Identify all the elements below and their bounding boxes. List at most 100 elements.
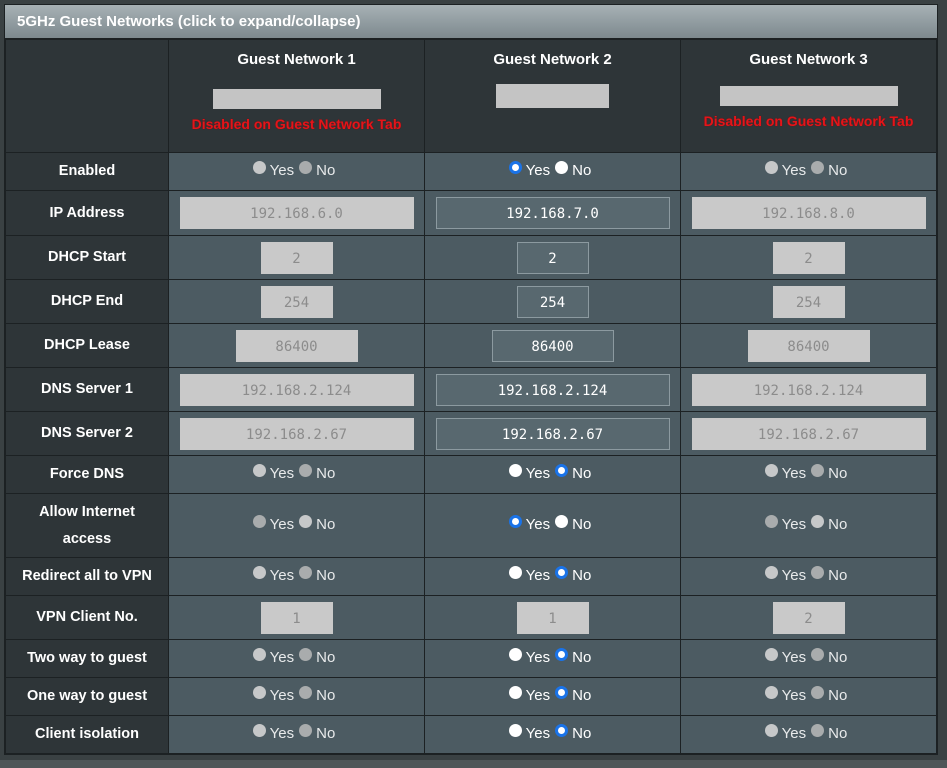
radio-label-no: No bbox=[572, 648, 592, 666]
setting-cell: 254 bbox=[424, 279, 681, 324]
settings-row: IP Address 192.168.6.0 192.168.7.0 192.168.… bbox=[5, 190, 937, 236]
row-label: One way to guest bbox=[5, 677, 169, 716]
radio-label-yes: Yes bbox=[525, 161, 551, 179]
radio-label-yes: Yes bbox=[525, 464, 551, 482]
text-input: 192.168.2.67 bbox=[691, 417, 926, 450]
text-input[interactable]: 254 bbox=[516, 285, 589, 318]
radio-label-no: No bbox=[572, 566, 592, 584]
setting-cell: 1 bbox=[168, 595, 425, 640]
setting-cell: 192.168.6.0 bbox=[168, 190, 425, 236]
settings-rows: Enabled Yes No Yes No Yes No IP Address 192.168.… bbox=[5, 152, 937, 754]
yes-no-radio-group: Yes No bbox=[252, 160, 341, 179]
setting-cell: 192.168.2.67 bbox=[680, 411, 937, 456]
text-input: 1 bbox=[260, 601, 333, 634]
guest-networks-panel: 5GHz Guest Networks (click to expand/col… bbox=[4, 4, 938, 755]
radio-label-no: No bbox=[828, 515, 848, 533]
text-input: 254 bbox=[260, 285, 333, 318]
text-input[interactable]: 86400 bbox=[491, 329, 614, 362]
radio-label-no: No bbox=[316, 515, 336, 533]
settings-row: DNS Server 1 192.168.2.124 192.168.2.124 19… bbox=[5, 367, 937, 412]
radio-no bbox=[811, 463, 825, 477]
radio-yes[interactable] bbox=[508, 463, 522, 477]
setting-cell: 192.168.8.0 bbox=[680, 190, 937, 236]
radio-no[interactable] bbox=[555, 463, 569, 477]
ssid-field bbox=[496, 84, 609, 108]
radio-yes[interactable] bbox=[508, 647, 522, 661]
radio-label-no: No bbox=[828, 648, 848, 666]
radio-yes[interactable] bbox=[508, 723, 522, 737]
radio-label-no: No bbox=[316, 464, 336, 482]
radio-label-yes: Yes bbox=[525, 566, 551, 584]
radio-no bbox=[299, 685, 313, 699]
setting-cell: 86400 bbox=[680, 323, 937, 368]
radio-no bbox=[299, 514, 313, 528]
setting-cell: Yes No bbox=[424, 152, 681, 191]
radio-label-yes: Yes bbox=[525, 724, 551, 742]
radio-yes[interactable] bbox=[508, 160, 522, 174]
text-input[interactable]: 192.168.2.67 bbox=[435, 417, 670, 450]
settings-row: DNS Server 2 192.168.2.67 192.168.2.67 192.… bbox=[5, 411, 937, 456]
radio-label-no: No bbox=[572, 464, 592, 482]
setting-cell: 1 bbox=[424, 595, 681, 640]
ssid-field bbox=[719, 86, 898, 106]
network-header-3: Guest Network 3 Disabled on Guest Networ… bbox=[680, 39, 937, 153]
text-input[interactable]: 2 bbox=[516, 241, 589, 274]
setting-cell: Yes No bbox=[424, 639, 681, 678]
radio-no[interactable] bbox=[555, 723, 569, 737]
text-input: 254 bbox=[772, 285, 845, 318]
setting-cell: 192.168.2.67 bbox=[168, 411, 425, 456]
network-name: Guest Network 1 bbox=[237, 51, 356, 68]
setting-cell: Yes No bbox=[168, 715, 425, 754]
radio-yes[interactable] bbox=[508, 685, 522, 699]
text-input: 1 bbox=[516, 601, 589, 634]
radio-no[interactable] bbox=[555, 685, 569, 699]
radio-label-no: No bbox=[572, 515, 592, 533]
radio-no[interactable] bbox=[555, 160, 569, 174]
radio-yes bbox=[252, 160, 266, 174]
radio-yes[interactable] bbox=[508, 565, 522, 579]
radio-no[interactable] bbox=[555, 647, 569, 661]
setting-cell: 86400 bbox=[168, 323, 425, 368]
radio-no bbox=[299, 723, 313, 737]
settings-row: Force DNS Yes No Yes No Yes No bbox=[5, 455, 937, 494]
bottom-strip bbox=[0, 760, 947, 768]
radio-label-no: No bbox=[316, 161, 336, 179]
setting-cell: Yes No bbox=[424, 557, 681, 596]
settings-row: Client isolation Yes No Yes No Yes No bbox=[5, 715, 937, 754]
radio-yes bbox=[252, 723, 266, 737]
radio-no bbox=[811, 160, 825, 174]
yes-no-radio-group: Yes No bbox=[508, 160, 597, 179]
radio-no[interactable] bbox=[555, 514, 569, 528]
radio-yes[interactable] bbox=[508, 514, 522, 528]
radio-label-no: No bbox=[828, 161, 848, 179]
yes-no-radio-group: Yes No bbox=[252, 514, 341, 533]
text-input: 2 bbox=[260, 241, 333, 274]
header-corner bbox=[5, 39, 169, 153]
setting-cell: 2 bbox=[424, 235, 681, 280]
radio-yes bbox=[252, 514, 266, 528]
radio-no bbox=[811, 565, 825, 579]
text-input[interactable]: 192.168.7.0 bbox=[435, 197, 670, 229]
yes-no-radio-group: Yes No bbox=[764, 685, 853, 704]
text-input: 192.168.2.67 bbox=[179, 417, 414, 450]
radio-no bbox=[299, 160, 313, 174]
setting-cell: 192.168.2.124 bbox=[680, 367, 937, 412]
yes-no-radio-group: Yes No bbox=[764, 514, 853, 533]
radio-yes bbox=[764, 160, 778, 174]
radio-yes bbox=[252, 647, 266, 661]
text-input[interactable]: 192.168.2.124 bbox=[435, 373, 670, 406]
setting-cell: 192.168.7.0 bbox=[424, 190, 681, 236]
radio-no bbox=[811, 685, 825, 699]
network-name: Guest Network 3 bbox=[749, 51, 868, 68]
radio-label-yes: Yes bbox=[781, 724, 807, 742]
radio-yes bbox=[764, 463, 778, 477]
setting-cell: Yes No bbox=[680, 455, 937, 494]
yes-no-radio-group: Yes No bbox=[252, 647, 341, 666]
radio-no[interactable] bbox=[555, 565, 569, 579]
yes-no-radio-group: Yes No bbox=[764, 463, 853, 482]
radio-label-no: No bbox=[316, 724, 336, 742]
network-name: Guest Network 2 bbox=[493, 51, 612, 68]
radio-label-yes: Yes bbox=[781, 515, 807, 533]
radio-label-yes: Yes bbox=[525, 648, 551, 666]
panel-title-toggle[interactable]: 5GHz Guest Networks (click to expand/col… bbox=[5, 5, 937, 39]
